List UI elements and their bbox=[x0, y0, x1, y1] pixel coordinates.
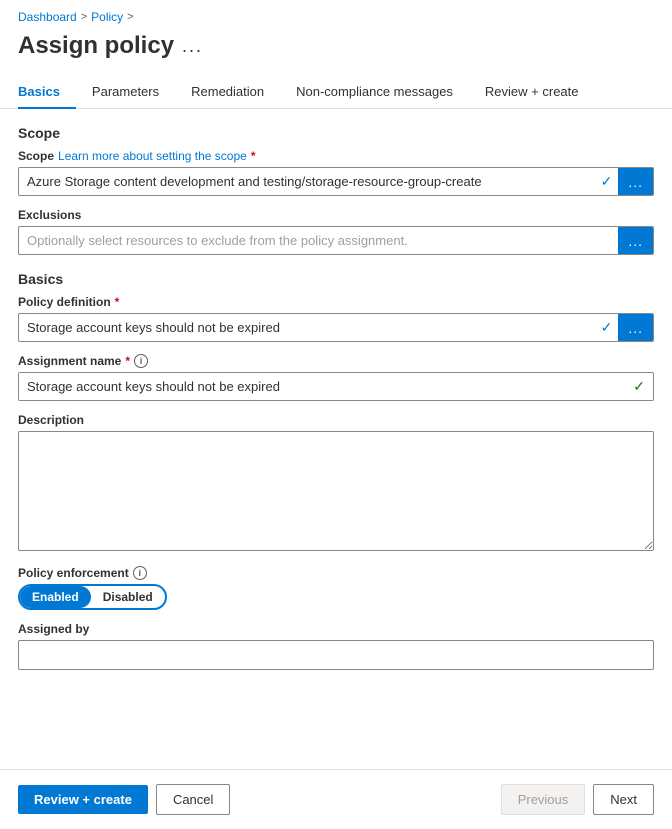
scope-ellipsis-button[interactable]: ... bbox=[618, 168, 653, 195]
assignment-name-info-icon[interactable]: i bbox=[134, 354, 148, 368]
breadcrumb: Dashboard > Policy > bbox=[0, 0, 672, 28]
tab-parameters[interactable]: Parameters bbox=[76, 76, 175, 109]
toggle-disabled-option[interactable]: Disabled bbox=[91, 586, 165, 608]
assigned-by-label: Assigned by bbox=[18, 622, 654, 636]
policy-def-input[interactable] bbox=[19, 314, 595, 341]
exclusions-label-text: Exclusions bbox=[18, 208, 81, 222]
tab-basics[interactable]: Basics bbox=[18, 76, 76, 109]
breadcrumb-sep-2: > bbox=[127, 11, 133, 23]
description-field-group: Description bbox=[18, 413, 654, 554]
exclusions-input-container: ... bbox=[18, 226, 654, 255]
policy-def-required: * bbox=[115, 295, 120, 309]
scope-input[interactable] bbox=[19, 168, 595, 195]
policy-def-check-icon: ✓ bbox=[595, 314, 619, 341]
toggle-enabled-option[interactable]: Enabled bbox=[20, 586, 91, 608]
page-wrapper: Dashboard > Policy > Assign policy ... B… bbox=[0, 0, 672, 829]
policy-def-ellipsis-button[interactable]: ... bbox=[618, 314, 653, 341]
assignment-name-label-text: Assignment name bbox=[18, 354, 121, 368]
review-create-button[interactable]: Review + create bbox=[18, 785, 148, 814]
cancel-button[interactable]: Cancel bbox=[156, 784, 230, 815]
breadcrumb-sep-1: > bbox=[81, 11, 87, 23]
exclusions-ellipsis-button[interactable]: ... bbox=[618, 227, 653, 254]
page-title: Assign policy bbox=[18, 32, 174, 60]
tab-remediation[interactable]: Remediation bbox=[175, 76, 280, 109]
tab-non-compliance[interactable]: Non-compliance messages bbox=[280, 76, 469, 109]
policy-enforcement-field-group: Policy enforcement i Enabled Disabled bbox=[18, 566, 654, 610]
scope-learn-more-link[interactable]: Learn more about setting the scope bbox=[58, 149, 247, 163]
assignment-name-input-container: ✓ bbox=[18, 372, 654, 401]
exclusions-label: Exclusions bbox=[18, 208, 654, 222]
assigned-by-input[interactable] bbox=[18, 640, 654, 670]
scope-required-star: * bbox=[251, 149, 256, 163]
page-title-row: Assign policy ... bbox=[0, 28, 672, 76]
scope-check-icon: ✓ bbox=[595, 168, 619, 195]
basics-section: Basics Policy definition * ✓ ... Assignm… bbox=[18, 271, 654, 670]
previous-button: Previous bbox=[501, 784, 586, 815]
scope-label: Scope Learn more about setting the scope… bbox=[18, 149, 654, 163]
scope-field-group: Scope Learn more about setting the scope… bbox=[18, 149, 654, 196]
policy-enforcement-info-icon[interactable]: i bbox=[133, 566, 147, 580]
breadcrumb-dashboard[interactable]: Dashboard bbox=[18, 10, 77, 24]
policy-def-label: Policy definition * bbox=[18, 295, 654, 309]
scope-section-title: Scope bbox=[18, 125, 654, 141]
footer: Review + create Cancel Previous Next bbox=[0, 769, 672, 829]
policy-def-field-group: Policy definition * ✓ ... bbox=[18, 295, 654, 342]
policy-enforcement-label: Policy enforcement i bbox=[18, 566, 654, 580]
policy-def-label-text: Policy definition bbox=[18, 295, 111, 309]
assigned-by-label-text: Assigned by bbox=[18, 622, 89, 636]
policy-enforcement-toggle-group: Enabled Disabled bbox=[18, 584, 654, 610]
exclusions-input[interactable] bbox=[19, 227, 618, 254]
assignment-name-check-icon: ✓ bbox=[625, 373, 653, 400]
exclusions-field-group: Exclusions ... bbox=[18, 208, 654, 255]
scope-section: Scope Scope Learn more about setting the… bbox=[18, 125, 654, 255]
main-content: Scope Scope Learn more about setting the… bbox=[0, 109, 672, 769]
breadcrumb-policy[interactable]: Policy bbox=[91, 10, 123, 24]
assignment-name-label: Assignment name * i bbox=[18, 354, 654, 368]
policy-enforcement-label-text: Policy enforcement bbox=[18, 566, 129, 580]
tabs-bar: Basics Parameters Remediation Non-compli… bbox=[0, 76, 672, 109]
assignment-name-input[interactable] bbox=[19, 373, 625, 400]
assigned-by-field-group: Assigned by bbox=[18, 622, 654, 670]
ellipsis-button[interactable]: ... bbox=[182, 36, 203, 57]
scope-input-container: ✓ ... bbox=[18, 167, 654, 196]
next-button[interactable]: Next bbox=[593, 784, 654, 815]
description-label-text: Description bbox=[18, 413, 84, 427]
scope-label-text: Scope bbox=[18, 149, 54, 163]
description-label: Description bbox=[18, 413, 654, 427]
policy-def-input-container: ✓ ... bbox=[18, 313, 654, 342]
assignment-name-field-group: Assignment name * i ✓ bbox=[18, 354, 654, 401]
policy-enforcement-toggle[interactable]: Enabled Disabled bbox=[18, 584, 167, 610]
tab-review-create[interactable]: Review + create bbox=[469, 76, 595, 109]
basics-section-title: Basics bbox=[18, 271, 654, 287]
assignment-name-required: * bbox=[125, 354, 130, 368]
description-textarea[interactable] bbox=[18, 431, 654, 551]
